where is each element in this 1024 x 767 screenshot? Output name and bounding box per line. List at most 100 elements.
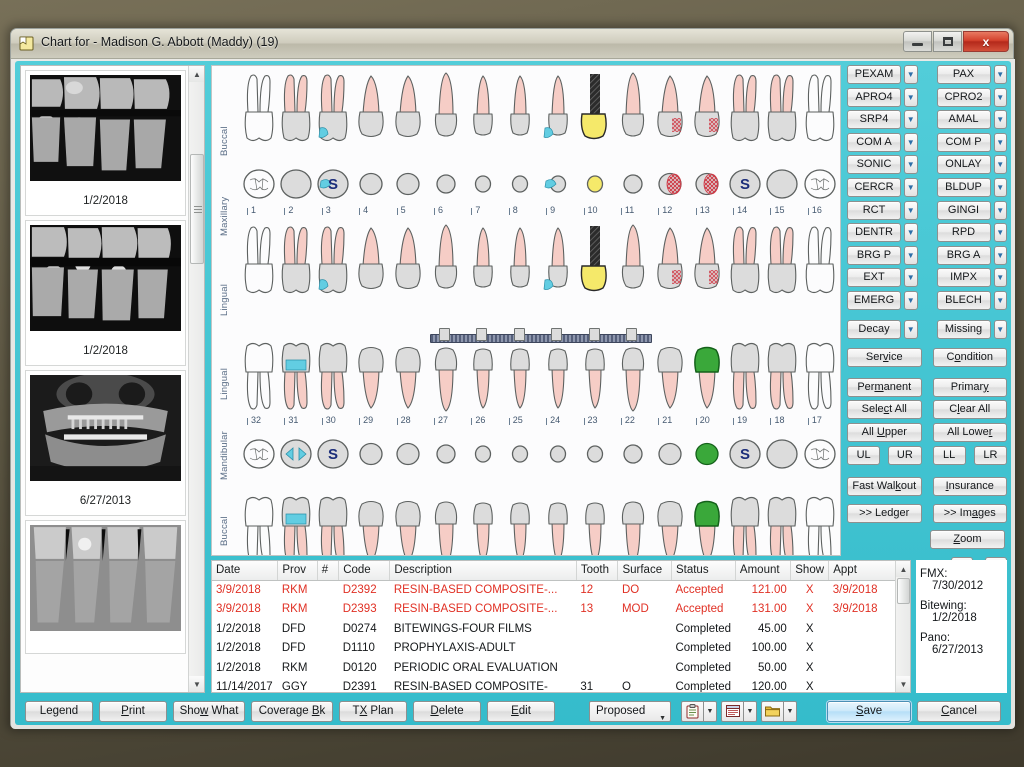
procedure-dropdown-icon[interactable]: ▼ (993, 200, 1007, 220)
tooth-28[interactable] (390, 324, 427, 412)
procedure-dropdown-icon[interactable]: ▼ (904, 177, 918, 197)
decay-dropdown-icon[interactable]: ▼ (904, 319, 918, 339)
table-scroll-up-icon[interactable]: ▲ (896, 561, 910, 577)
procedure-button-brg-a[interactable]: BRG A (936, 245, 991, 265)
column-header-amount[interactable]: Amount (735, 561, 792, 581)
procedure-button-sonic[interactable]: SONIC (847, 155, 902, 175)
table-scrollbar-thumb[interactable] (897, 578, 910, 604)
tooth-31[interactable] (277, 432, 314, 476)
notes-dropdown-icon[interactable]: ▼ (744, 700, 757, 722)
tooth-9[interactable] (539, 162, 576, 206)
column-header-status[interactable]: Status (671, 561, 736, 581)
tooth-19[interactable] (726, 324, 763, 412)
tooth-27[interactable] (427, 478, 464, 555)
procedure-dropdown-icon[interactable]: ▼ (904, 132, 918, 152)
tooth-14[interactable] (726, 72, 763, 160)
all-lower-button[interactable]: All Lower (932, 422, 1007, 442)
column-header-appt[interactable]: Appt (828, 561, 896, 581)
tooth-18[interactable] (763, 478, 800, 555)
tooth-13[interactable] (689, 162, 726, 206)
table-row[interactable]: 3/9/2018 RKM D2393 RESIN-BASED COMPOSITE-..… (212, 600, 896, 620)
scroll-down-icon[interactable]: ▼ (189, 676, 204, 692)
table-row[interactable]: 1/2/2018 RKM D0120 PERIODIC ORAL EVALUATION… (212, 658, 896, 678)
all-upper-button[interactable]: All Upper (847, 422, 922, 442)
procedure-button-rpd[interactable]: RPD (936, 223, 991, 243)
missing-dropdown-icon[interactable]: ▼ (993, 319, 1007, 339)
procedure-dropdown-icon[interactable]: ▼ (904, 155, 918, 175)
tooth-1[interactable] (240, 224, 277, 312)
tooth-16[interactable] (801, 224, 838, 312)
notes-icon[interactable] (721, 700, 744, 722)
tooth-11[interactable] (614, 162, 651, 206)
tooth-2[interactable] (277, 162, 314, 206)
tooth-22[interactable] (614, 432, 651, 476)
tooth-19[interactable]: S (726, 432, 763, 476)
tooth-20[interactable] (689, 432, 726, 476)
column-header-code[interactable]: Code (338, 561, 391, 581)
tooth-5[interactable] (390, 162, 427, 206)
xray-thumbnail-panel[interactable]: 1/2/2018 1/2/2018 6/27/2013 ▲ ▼ (20, 65, 205, 693)
tooth-28[interactable] (390, 432, 427, 476)
tooth-10[interactable] (577, 162, 614, 206)
procedure-button-ext[interactable]: EXT (847, 268, 902, 288)
coverage-bk-button[interactable]: Coverage Bk (251, 700, 333, 722)
tx-plan-button[interactable]: TX Plan (339, 700, 407, 722)
condition-button[interactable]: Condition (932, 348, 1007, 368)
tooth-14[interactable] (726, 224, 763, 312)
clipboard-dropdown-icon[interactable]: ▼ (704, 700, 717, 722)
folder-icon[interactable] (761, 700, 784, 722)
tooth-9[interactable] (539, 224, 576, 312)
procedure-button-onlay[interactable]: ONLAY (936, 155, 991, 175)
procedure-button-com-p[interactable]: COM P (936, 132, 991, 152)
tooth-7[interactable] (464, 162, 501, 206)
procedure-button-com-a[interactable]: COM A (847, 132, 902, 152)
tooth-16[interactable] (801, 162, 838, 206)
service-button[interactable]: Service (847, 348, 922, 368)
procedure-dropdown-icon[interactable]: ▼ (993, 65, 1007, 84)
insurance-button[interactable]: Insurance (932, 477, 1007, 497)
thumbnail-scrollbar[interactable]: ▲ ▼ (188, 66, 204, 692)
procedure-button-amal[interactable]: AMAL (936, 110, 991, 130)
procedure-dropdown-icon[interactable]: ▼ (904, 290, 918, 310)
tooth-6[interactable] (427, 162, 464, 206)
ledger-button[interactable]: >> Ledger (847, 503, 922, 523)
tooth-2[interactable] (277, 72, 314, 160)
column-header-surface[interactable]: Surface (617, 561, 672, 581)
tooth-8[interactable] (502, 224, 539, 312)
tooth-13[interactable] (689, 72, 726, 160)
tooth-14[interactable]: S (726, 162, 763, 206)
show-what-button[interactable]: Show What (173, 700, 245, 722)
procedure-button-brg-p[interactable]: BRG P (847, 245, 902, 265)
table-row[interactable]: 1/2/2018 DFD D0274 BITEWINGS-FOUR FILMS Comp… (212, 619, 896, 639)
tooth-17[interactable] (801, 432, 838, 476)
save-button[interactable]: Save (827, 700, 911, 722)
procedure-dropdown-icon[interactable]: ▼ (904, 223, 918, 243)
tooth-25[interactable] (502, 478, 539, 555)
minimize-button[interactable] (903, 31, 932, 52)
quadrant-ur-button[interactable]: UR (888, 445, 922, 465)
procedure-dropdown-icon[interactable]: ▼ (993, 155, 1007, 175)
tooth-32[interactable] (240, 432, 277, 476)
images-button[interactable]: >> Images (932, 503, 1007, 523)
tooth-32[interactable] (240, 324, 277, 412)
scrollbar-thumb[interactable] (190, 154, 204, 264)
tooth-15[interactable] (763, 162, 800, 206)
fast-walkout-button[interactable]: Fast Walkout (847, 477, 922, 497)
procedure-button-cercr[interactable]: CERCR (847, 177, 902, 197)
tooth-8[interactable] (502, 72, 539, 160)
clear-all-button[interactable]: Clear All (932, 400, 1007, 420)
procedure-dropdown-icon[interactable]: ▼ (904, 65, 918, 84)
table-row[interactable]: 1/2/2018 DFD D1110 PROPHYLAXIS-ADULT Complet… (212, 639, 896, 659)
zoom-button[interactable]: Zoom (930, 530, 1005, 550)
thumbnail-item[interactable]: 1/2/2018 (25, 220, 186, 366)
maximize-button[interactable] (933, 31, 962, 52)
decay-button[interactable]: Decay (847, 319, 902, 339)
tooth-12[interactable] (651, 224, 688, 312)
tooth-32[interactable] (240, 478, 277, 555)
procedure-dropdown-icon[interactable]: ▼ (993, 87, 1007, 107)
quadrant-ll-button[interactable]: LL (932, 445, 966, 465)
tooth-3[interactable] (315, 72, 352, 160)
procedure-dropdown-icon[interactable]: ▼ (993, 268, 1007, 288)
procedure-dropdown-icon[interactable]: ▼ (993, 223, 1007, 243)
thumbnail-item[interactable]: 1/2/2018 (25, 70, 186, 216)
